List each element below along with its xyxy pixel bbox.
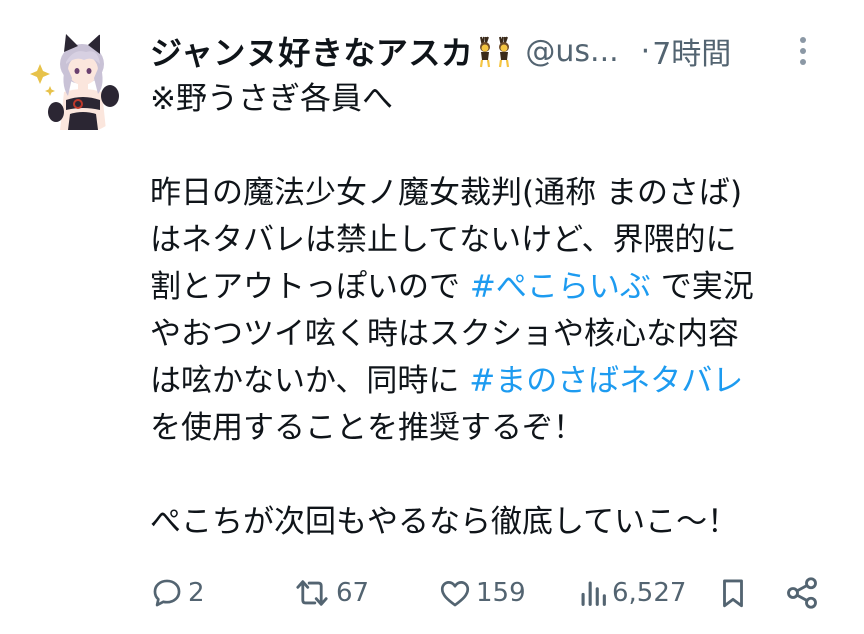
text-segment: で実況 [650, 269, 754, 305]
tweet-text-line: 昨日の魔法少女ノ魔女裁判(通称 まのさば) [150, 170, 840, 217]
tweet-text-line: はネタバレは禁止してないけど、界隈的に [150, 217, 840, 264]
like-count: 159 [476, 578, 526, 608]
tweet-text-line: ※野うさぎ各員へ [150, 76, 840, 123]
user-handle[interactable]: @us... [525, 34, 618, 69]
avatar[interactable] [26, 30, 130, 134]
post-timestamp[interactable]: 7時間 [652, 29, 731, 73]
view-count: 6,527 [612, 578, 687, 608]
dancing-bunny-girls-emoji [475, 34, 515, 68]
text-segment: を使用することを推奨するぞ！ [150, 410, 584, 446]
share-icon [787, 577, 817, 609]
reply-button[interactable]: 2 [150, 570, 205, 616]
hashtag-link[interactable]: #ぺこらいぶ [470, 269, 651, 305]
bookmark-icon [723, 579, 743, 608]
tweet-text-line: は呟かないか、同時に #まのさばネタバレ [150, 358, 840, 405]
reply-count: 2 [188, 578, 205, 608]
bookmark-button[interactable] [716, 570, 750, 616]
hashtag-link[interactable]: #まのさばネタバレ [469, 363, 743, 399]
text-segment: ※野うさぎ各員へ [150, 81, 393, 117]
views-button[interactable]: 6,527 [578, 570, 686, 616]
retweet-button[interactable]: 67 [292, 570, 369, 616]
text-segment: はネタバレは禁止してないけど、界隈的に [150, 222, 737, 258]
more-options-button[interactable] [788, 30, 818, 72]
text-segment: やおつツイ呟く時はスクショや核心な内容 [150, 316, 739, 352]
avatar-image [30, 34, 119, 130]
display-name[interactable]: ジャンヌ好きなアスカ [150, 28, 473, 74]
retweet-count: 67 [336, 578, 370, 608]
text-segment: 昨日の魔法少女ノ魔女裁判(通称 まのさば) [150, 175, 743, 211]
heart-icon [440, 581, 470, 607]
tweet-text-line: を使用することを推奨するぞ！ [150, 405, 840, 452]
action-bar: 2 67 159 6,527 [150, 570, 830, 616]
tweet-text-line: ぺこちが次回もやるなら徹底していこ〜！ [150, 499, 840, 546]
tweet-text-line: やおつツイ呟く時はスクショや核心な内容 [150, 311, 840, 358]
tweet-text: ※野うさぎ各員へ昨日の魔法少女ノ魔女裁判(通称 まのさば) はネタバレは禁止してな… [150, 76, 840, 546]
retweet-arrows-icon [296, 580, 328, 606]
text-segment: 割とアウトっぽいので [150, 269, 470, 305]
bar-chart-icon [581, 581, 606, 606]
tweet-header: ジャンヌ好きなアスカ @us... · 7時間 [150, 26, 830, 76]
header-separator: · [640, 33, 651, 69]
speech-bubble-icon [153, 579, 181, 607]
vertical-ellipsis-icon [800, 37, 806, 43]
like-button[interactable]: 159 [438, 570, 526, 616]
tweet-card[interactable]: ジャンヌ好きなアスカ @us... · 7時間 ※野うさぎ各員へ 昨日の魔法少女… [0, 0, 864, 634]
text-segment: は呟かないか、同時に [150, 363, 470, 399]
text-segment: ぺこちが次回もやるなら徹底していこ〜！ [150, 504, 739, 540]
share-button[interactable] [784, 570, 820, 616]
tweet-text-line: 割とアウトっぽいので #ぺこらいぶ で実況 [150, 264, 840, 311]
